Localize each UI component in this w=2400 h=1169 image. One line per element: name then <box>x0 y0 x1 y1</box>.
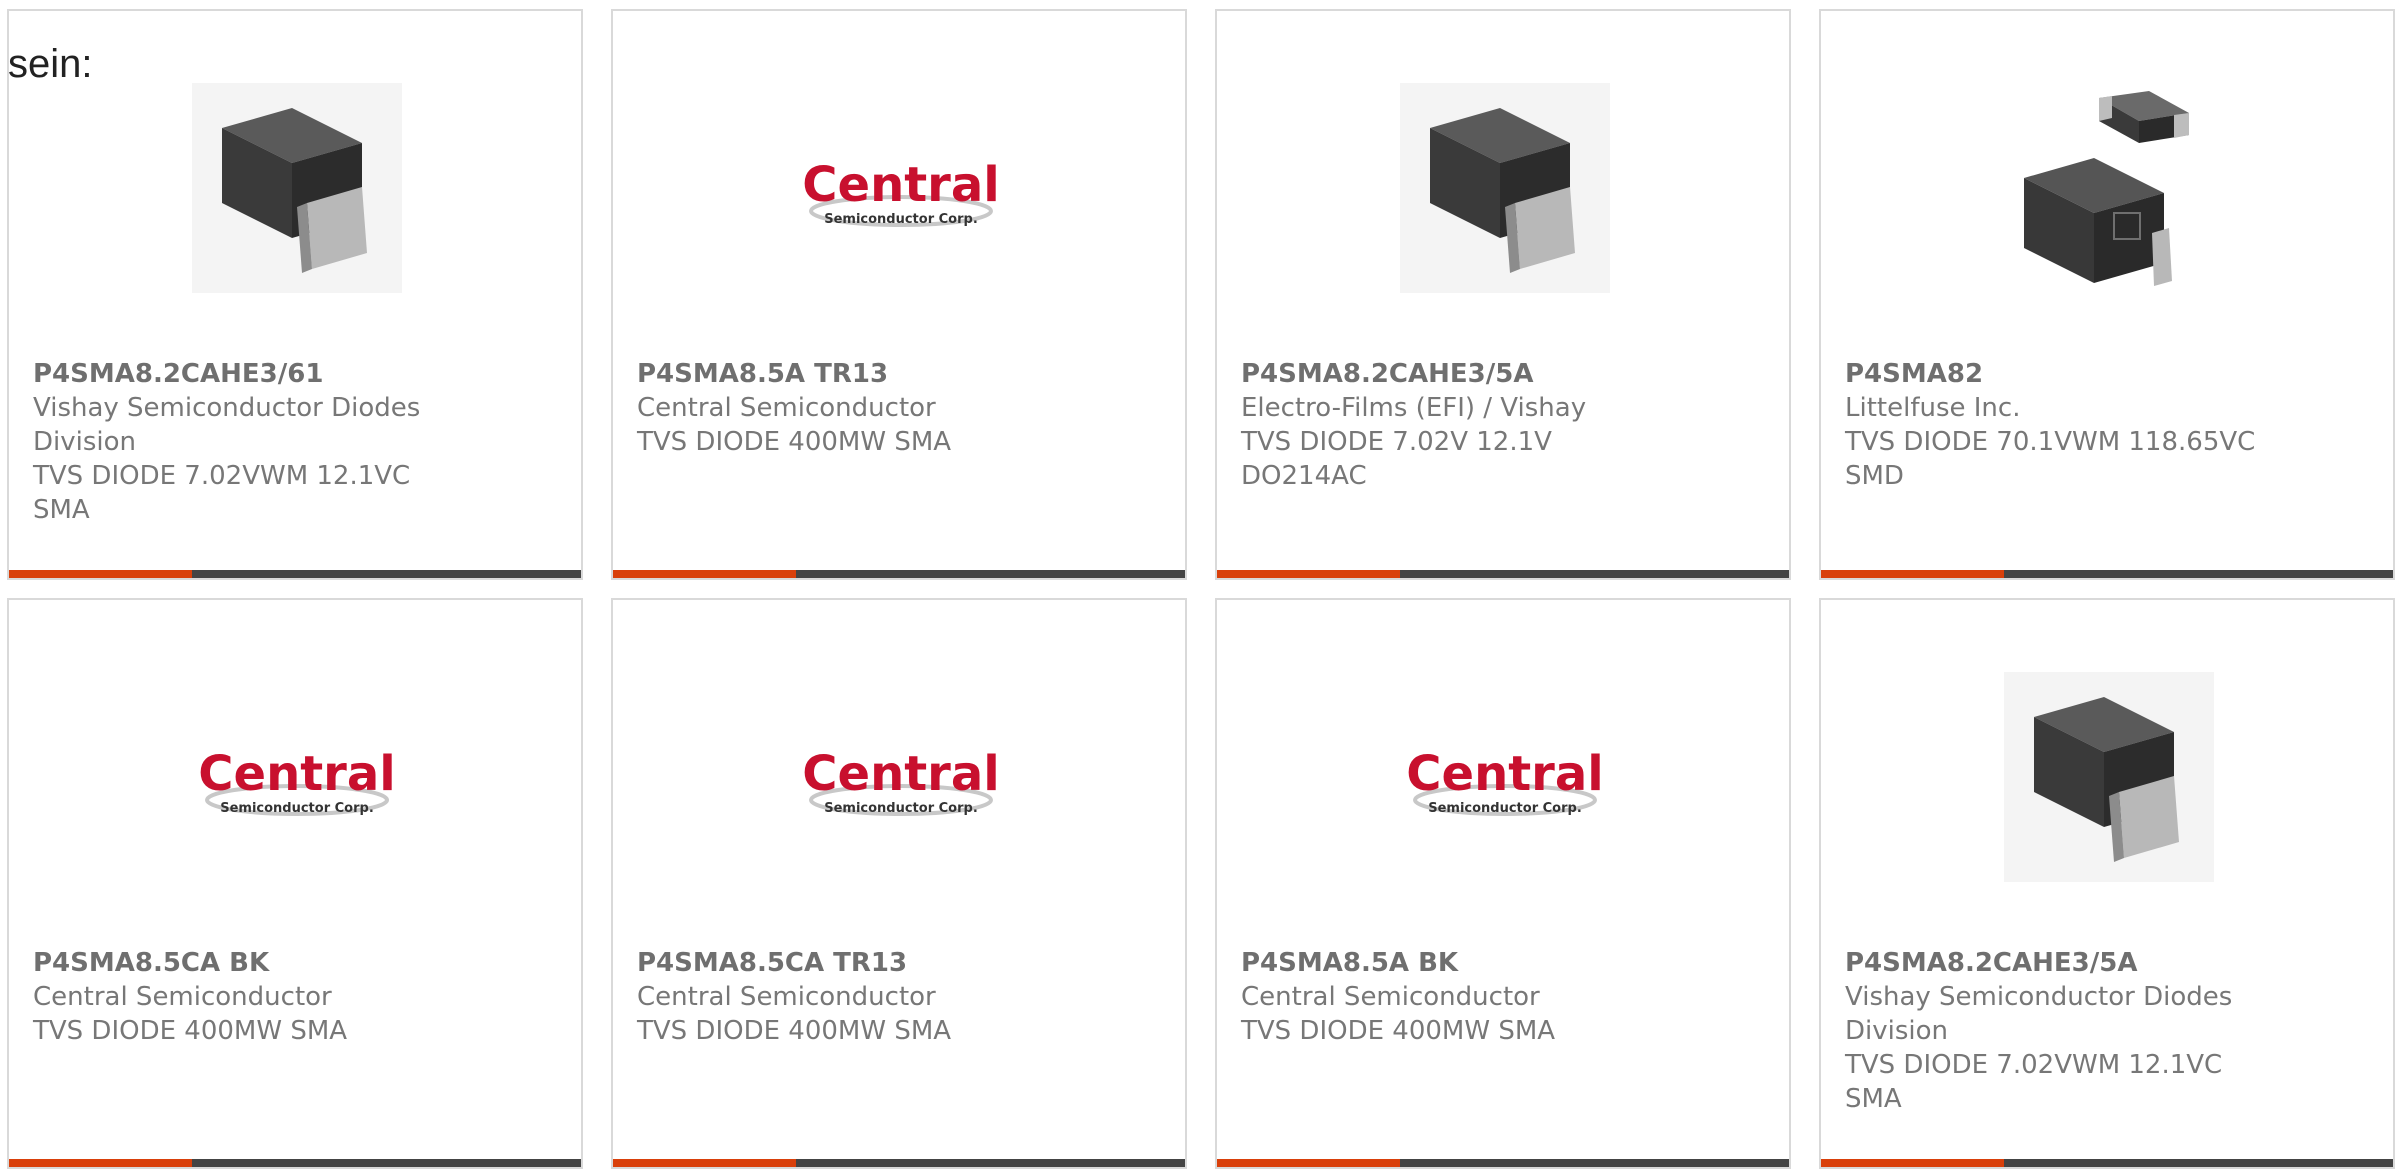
product-image[interactable]: Central Semiconductor Corp. <box>192 672 402 882</box>
card-accent-bar <box>1821 570 2004 578</box>
product-image[interactable]: Central Semiconductor Corp. <box>1400 672 1610 882</box>
product-card[interactable]: P4SMA8.2CAHE3/5A Electro-Films (EFI) / V… <box>1215 9 1791 580</box>
central-logo-icon: Central Semiconductor Corp. <box>802 157 1000 227</box>
product-grid: P4SMA8.2CAHE3/61 Vishay Semiconductor Di… <box>0 0 2400 1169</box>
product-card[interactable]: P4SMA8.2CAHE3/61 Vishay Semiconductor Di… <box>7 9 583 580</box>
central-logo-main: Central <box>802 746 999 802</box>
manufacturer: Vishay Semiconductor Diodes Division <box>1845 982 2233 1046</box>
manufacturer: Central Semiconductor <box>1241 982 1540 1012</box>
manufacturer: Vishay Semiconductor Diodes Division <box>33 393 421 457</box>
description: TVS DIODE 400MW SMA <box>33 1016 348 1046</box>
product-card[interactable]: P4SMA8.2CAHE3/5A Vishay Semiconductor Di… <box>1819 598 2395 1169</box>
part-number[interactable]: P4SMA82 <box>1845 357 2265 391</box>
part-number[interactable]: P4SMA8.5A BK <box>1241 946 1661 980</box>
description: TVS DIODE 7.02VWM 12.1VC SMA <box>1845 1050 2223 1114</box>
card-accent-bar <box>9 1159 192 1167</box>
product-image[interactable] <box>1400 83 1610 293</box>
central-logo-main: Central <box>1406 746 1603 802</box>
part-number[interactable]: P4SMA8.2CAHE3/5A <box>1241 357 1661 391</box>
description: TVS DIODE 400MW SMA <box>637 427 952 457</box>
card-bottom-bar <box>192 570 581 578</box>
card-bottom-bar <box>796 570 1185 578</box>
part-number[interactable]: P4SMA8.2CAHE3/5A <box>1845 946 2265 980</box>
card-bottom-bar <box>2004 570 2393 578</box>
central-logo-main: Central <box>802 157 999 213</box>
manufacturer: Central Semiconductor <box>637 393 936 423</box>
part-number[interactable]: P4SMA8.2CAHE3/61 <box>33 357 453 391</box>
central-logo-icon: Central Semiconductor Corp. <box>198 746 396 816</box>
part-number[interactable]: P4SMA8.5CA TR13 <box>637 946 1057 980</box>
sma-package-icon <box>1400 83 1610 293</box>
description: TVS DIODE 7.02V 12.1V DO214AC <box>1241 427 1552 491</box>
sma-package-icon <box>2004 672 2214 882</box>
product-image[interactable]: Central Semiconductor Corp. <box>796 83 1006 293</box>
central-logo-main: Central <box>198 746 395 802</box>
lead-text: sein: <box>8 42 93 86</box>
central-logo-icon: Central Semiconductor Corp. <box>802 746 1000 816</box>
product-card[interactable]: Central Semiconductor Corp. P4SMA8.5CA T… <box>611 598 1187 1169</box>
product-card[interactable]: Central Semiconductor Corp. P4SMA8.5A TR… <box>611 9 1187 580</box>
card-bottom-bar <box>1400 570 1789 578</box>
product-card[interactable]: P4SMA82 Littelfuse Inc. TVS DIODE 70.1VW… <box>1819 9 2395 580</box>
product-card[interactable]: Central Semiconductor Corp. P4SMA8.5A BK… <box>1215 598 1791 1169</box>
product-image[interactable] <box>2004 672 2214 882</box>
description: TVS DIODE 400MW SMA <box>1241 1016 1556 1046</box>
card-accent-bar <box>1217 570 1400 578</box>
card-bottom-bar <box>192 1159 581 1167</box>
card-accent-bar <box>613 1159 796 1167</box>
card-bottom-bar <box>2004 1159 2393 1167</box>
smd-packages-icon <box>2024 91 2189 286</box>
manufacturer: Central Semiconductor <box>637 982 936 1012</box>
card-accent-bar <box>1821 1159 2004 1167</box>
product-image[interactable] <box>192 83 402 293</box>
central-logo-sub: Semiconductor Corp. <box>824 801 978 816</box>
description: TVS DIODE 400MW SMA <box>637 1016 952 1046</box>
product-image[interactable] <box>2004 83 2214 293</box>
part-number[interactable]: P4SMA8.5CA BK <box>33 946 453 980</box>
manufacturer: Central Semiconductor <box>33 982 332 1012</box>
card-accent-bar <box>9 570 192 578</box>
sma-package-icon <box>192 83 402 293</box>
description: TVS DIODE 7.02VWM 12.1VC SMA <box>33 461 411 525</box>
central-logo-icon: Central Semiconductor Corp. <box>1406 746 1604 816</box>
part-number[interactable]: P4SMA8.5A TR13 <box>637 357 1057 391</box>
central-logo-sub: Semiconductor Corp. <box>220 801 374 816</box>
card-bottom-bar <box>1400 1159 1789 1167</box>
card-accent-bar <box>613 570 796 578</box>
manufacturer: Littelfuse Inc. <box>1845 393 2021 423</box>
product-image[interactable]: Central Semiconductor Corp. <box>796 672 1006 882</box>
central-logo-sub: Semiconductor Corp. <box>824 212 978 227</box>
card-accent-bar <box>1217 1159 1400 1167</box>
manufacturer: Electro-Films (EFI) / Vishay <box>1241 393 1587 423</box>
central-logo-sub: Semiconductor Corp. <box>1428 801 1582 816</box>
card-bottom-bar <box>796 1159 1185 1167</box>
description: TVS DIODE 70.1VWM 118.65VC SMD <box>1845 427 2256 491</box>
product-card[interactable]: Central Semiconductor Corp. P4SMA8.5CA B… <box>7 598 583 1169</box>
